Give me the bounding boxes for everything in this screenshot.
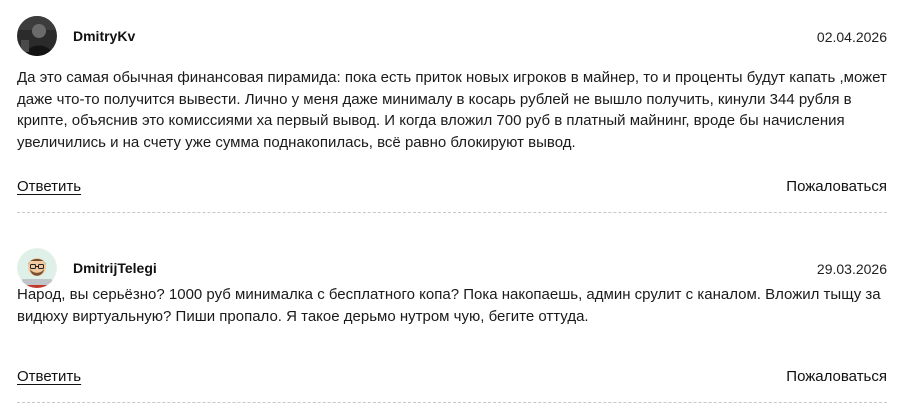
comment-actions: Ответить Пожаловаться xyxy=(17,368,887,403)
comment-text: Народ, вы серьёзно? 1000 руб минималка с… xyxy=(17,286,881,325)
comment-text: Да это самая обычная финансовая пирамида… xyxy=(17,69,887,151)
reply-link[interactable]: Ответить xyxy=(17,368,81,385)
report-link[interactable]: Пожаловаться xyxy=(786,368,887,385)
comment-actions: Ответить Пожаловаться xyxy=(17,178,887,213)
comment-date: 29.03.2026 xyxy=(816,261,887,277)
avatar[interactable] xyxy=(17,16,57,56)
comment-header: DmitryKv 02.04.2026 xyxy=(17,16,887,58)
avatar[interactable] xyxy=(17,248,57,288)
cartoon-character-avatar-icon xyxy=(17,248,57,288)
comment-item: DmitrijTelegi 29.03.2026 Народ, вы серьё… xyxy=(17,248,887,403)
comment-author: DmitryKv xyxy=(73,28,136,44)
comment-author: DmitrijTelegi xyxy=(73,260,157,276)
comment-date: 02.04.2026 xyxy=(816,29,887,45)
report-link[interactable]: Пожаловаться xyxy=(786,178,887,195)
comment-divider xyxy=(17,212,887,213)
reply-link[interactable]: Ответить xyxy=(17,178,81,195)
comment-item: DmitryKv 02.04.2026 Да это самая обычная… xyxy=(17,16,887,213)
user-photo-avatar-icon xyxy=(17,16,57,56)
comment-divider xyxy=(17,402,887,403)
comments-list: DmitryKv 02.04.2026 Да это самая обычная… xyxy=(0,0,904,408)
